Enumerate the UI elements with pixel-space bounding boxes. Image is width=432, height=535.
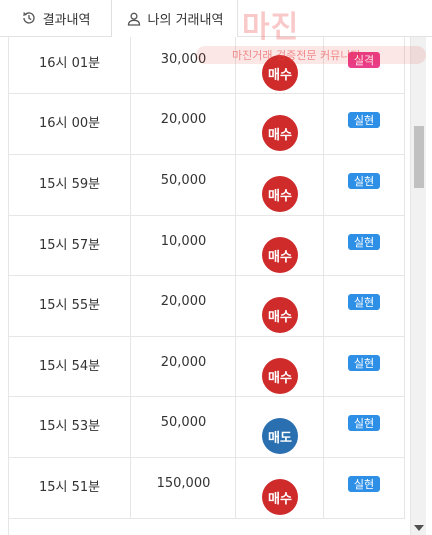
- trade-amount: 50,000: [160, 173, 207, 188]
- trade-time: 16시 00분: [39, 116, 101, 131]
- trade-amount: 20,000: [160, 294, 207, 309]
- amount-cell: 150,000: [131, 457, 236, 518]
- time-cell: 15시 59분: [9, 154, 131, 215]
- buy-badge: 매수: [262, 115, 298, 151]
- table-row: 15시 55분 20,000 매수 실현: [9, 275, 405, 337]
- table-row: 15시 57분 10,000 매수 실현: [9, 215, 405, 276]
- amount-cell: 20,000: [131, 336, 236, 396]
- trade-amount: 20,000: [160, 112, 207, 127]
- result-badge: 실현: [348, 415, 380, 431]
- time-cell: 16시 01분: [9, 36, 131, 93]
- table-row: 16시 00분 20,000 매수 실현: [9, 93, 405, 155]
- result-cell: 실현: [324, 93, 405, 154]
- trade-time: 15시 59분: [39, 177, 101, 192]
- buy-badge: 매수: [262, 297, 298, 333]
- result-badge: 실현: [348, 355, 380, 371]
- time-cell: 15시 57분: [9, 215, 131, 275]
- history-icon: [21, 10, 37, 26]
- amount-cell: 30,000: [131, 36, 236, 93]
- time-cell: 15시 53분: [9, 396, 131, 457]
- result-cell: 실현: [324, 396, 405, 457]
- result-badge: 실현: [348, 476, 380, 492]
- result-badge: 실현: [348, 294, 380, 310]
- table-row: 15시 53분 50,000 매도 실현: [9, 396, 405, 458]
- buy-badge: 매수: [262, 358, 298, 394]
- buy-badge: 매수: [262, 176, 298, 212]
- tab-my-trades-label: 나의 거래내역: [147, 13, 224, 28]
- sell-badge: 매도: [262, 418, 298, 454]
- trade-time: 15시 54분: [39, 359, 101, 374]
- tab-results-label: 결과내역: [42, 12, 91, 28]
- amount-cell: 10,000: [131, 215, 236, 275]
- tab-bar: 결과내역 나의 거래내역: [0, 0, 432, 37]
- tab-results[interactable]: 결과내역: [0, 0, 112, 36]
- result-badge: 실현: [348, 173, 380, 189]
- table-row: 16시 01분 30,000 매수 실격: [9, 36, 405, 94]
- result-badge: 실현: [348, 234, 380, 250]
- side-cell: 매수: [236, 457, 324, 518]
- side-cell: 매수: [236, 36, 324, 93]
- trade-amount: 50,000: [160, 415, 207, 430]
- amount-cell: 20,000: [131, 275, 236, 336]
- side-cell: 매도: [236, 396, 324, 457]
- trade-history-table: 16시 01분 30,000 매수 실격 16시 00분 20,000 매수 실현 15시 59…: [8, 36, 405, 535]
- side-cell: 매수: [236, 215, 324, 275]
- result-cell: 실현: [324, 457, 405, 518]
- time-cell: 15시 51분: [9, 457, 131, 518]
- trade-time: 16시 01분: [39, 56, 101, 71]
- result-badge: 실격: [348, 52, 380, 68]
- table-row: 15시 51분 150,000 매수 실현: [9, 457, 405, 519]
- amount-cell: 50,000: [131, 154, 236, 215]
- buy-badge: 매수: [262, 237, 298, 273]
- result-cell: 실격: [324, 36, 405, 93]
- result-cell: 실현: [324, 275, 405, 336]
- result-badge: 실현: [348, 112, 380, 128]
- result-cell: 실현: [324, 154, 405, 215]
- tab-my-trades[interactable]: 나의 거래내역: [112, 0, 238, 37]
- table-row: 15시 54분 20,000 매수 실현: [9, 336, 405, 397]
- side-cell: 매수: [236, 154, 324, 215]
- result-cell: 실현: [324, 336, 405, 396]
- result-cell: 실현: [324, 215, 405, 275]
- trade-amount: 10,000: [160, 234, 207, 249]
- scroll-down-arrow-icon[interactable]: [414, 525, 424, 531]
- time-cell: 15시 55분: [9, 275, 131, 336]
- time-cell: 16시 00분: [9, 93, 131, 154]
- amount-cell: 50,000: [131, 396, 236, 457]
- amount-cell: 20,000: [131, 93, 236, 154]
- user-icon: [126, 11, 142, 27]
- table-row: 15시 59분 50,000 매수 실현: [9, 154, 405, 216]
- trade-time: 15시 57분: [39, 238, 101, 253]
- vertical-scrollbar[interactable]: [410, 36, 426, 535]
- trade-amount: 150,000: [156, 476, 211, 491]
- time-cell: 15시 54분: [9, 336, 131, 396]
- scrollbar-thumb[interactable]: [414, 126, 424, 188]
- trade-amount: 30,000: [160, 52, 207, 67]
- side-cell: 매수: [236, 275, 324, 336]
- trade-time: 15시 55분: [39, 298, 101, 313]
- trade-amount: 20,000: [160, 355, 207, 370]
- side-cell: 매수: [236, 93, 324, 154]
- trade-time: 15시 53분: [39, 419, 101, 434]
- buy-badge: 매수: [262, 55, 298, 91]
- buy-badge: 매수: [262, 479, 298, 515]
- side-cell: 매수: [236, 336, 324, 396]
- trade-time: 15시 51분: [39, 480, 101, 495]
